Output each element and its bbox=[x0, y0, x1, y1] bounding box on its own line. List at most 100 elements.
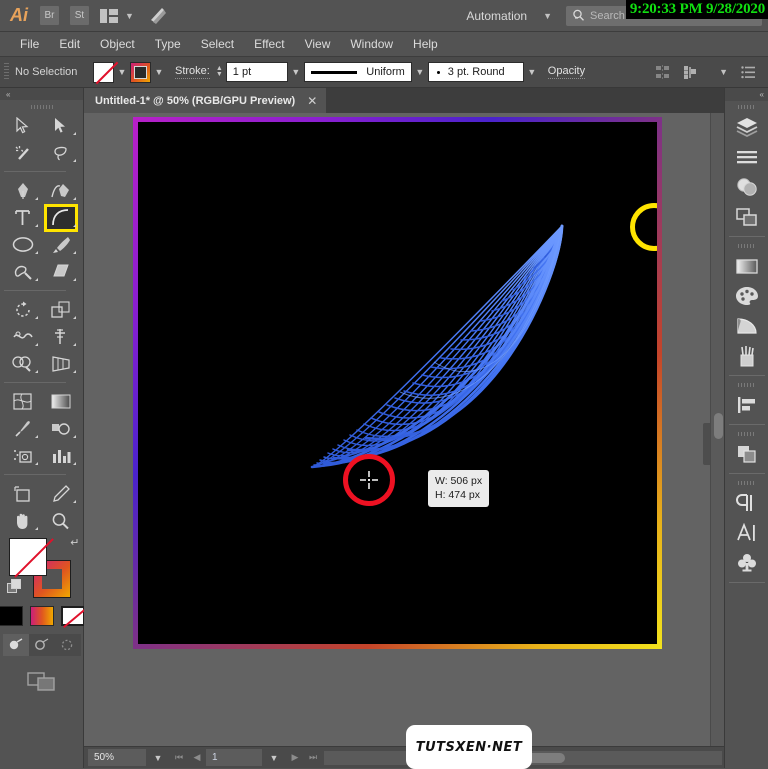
sidebar-item-artboard-tool[interactable] bbox=[4, 480, 42, 507]
align-icon[interactable] bbox=[655, 64, 670, 80]
sidebar-item-shape-builder-tool[interactable] bbox=[4, 350, 42, 377]
first-artboard-icon[interactable]: ⏮ bbox=[170, 752, 188, 763]
artboard-inner[interactable]: W: 506 px H: 474 px bbox=[138, 122, 657, 644]
canvas-area[interactable]: W: 506 px H: 474 px bbox=[84, 113, 724, 746]
sidebar-item-pen-tool[interactable] bbox=[4, 177, 42, 204]
color-swatch-black[interactable] bbox=[0, 606, 23, 626]
zoom-level-input[interactable]: 50% bbox=[88, 749, 146, 766]
stroke-weight-input[interactable]: 1 pt bbox=[225, 62, 288, 82]
pathfinder-icon[interactable] bbox=[729, 439, 765, 469]
color-swatch-none[interactable] bbox=[60, 606, 85, 626]
panel-group-grip[interactable] bbox=[737, 481, 756, 485]
sidebar-item-type-tool[interactable] bbox=[4, 204, 42, 231]
workspace-switcher[interactable]: ▼ bbox=[100, 8, 134, 23]
artboard[interactable]: W: 506 px H: 474 px bbox=[133, 117, 662, 649]
document-tab[interactable]: Untitled-1* @ 50% (RGB/GPU Preview) ✕ bbox=[84, 88, 327, 113]
panel-group-grip[interactable] bbox=[737, 432, 756, 436]
canvas-vertical-scroll-thumb[interactable] bbox=[714, 413, 723, 439]
appearance-icon[interactable] bbox=[729, 172, 765, 202]
fill-swatch[interactable] bbox=[93, 61, 114, 83]
menu-item-window[interactable]: Window bbox=[340, 32, 403, 57]
color-guide-icon[interactable] bbox=[729, 311, 765, 341]
swap-fill-stroke-icon[interactable]: ↵ bbox=[70, 536, 79, 549]
sidebar-item-arc-tool[interactable] bbox=[42, 203, 80, 232]
symbols-icon[interactable] bbox=[729, 548, 765, 578]
fill-color-box[interactable] bbox=[8, 538, 47, 576]
sidebar-item-eraser-tool[interactable] bbox=[42, 258, 80, 285]
sidebar-item-eyedropper-tool[interactable] bbox=[4, 415, 42, 442]
layers-icon[interactable] bbox=[729, 112, 765, 142]
fill-dropdown-chevron-down-icon[interactable]: ▼ bbox=[114, 67, 130, 77]
sidebar-item-pencil-tool[interactable] bbox=[42, 480, 80, 507]
zoom-level-chevron-down-icon[interactable]: ▼ bbox=[146, 753, 170, 763]
color-icon[interactable] bbox=[729, 281, 765, 311]
tools-panel-collapse[interactable]: « bbox=[0, 88, 83, 100]
sidebar-item-mesh-tool[interactable] bbox=[4, 388, 42, 415]
sidebar-item-gradient-tool[interactable] bbox=[42, 388, 80, 415]
menu-item-object[interactable]: Object bbox=[90, 32, 145, 57]
last-artboard-icon[interactable]: ⏭ bbox=[304, 752, 322, 763]
panel-collapse-handle[interactable] bbox=[703, 423, 710, 465]
sidebar-item-perspective-grid-tool[interactable] bbox=[42, 350, 80, 377]
sidebar-item-width-tool[interactable] bbox=[4, 323, 42, 350]
artboards-icon[interactable] bbox=[729, 202, 765, 232]
stroke-weight-chevron-down-icon[interactable]: ▼ bbox=[288, 67, 304, 77]
opacity-label[interactable]: Opacity bbox=[547, 65, 586, 79]
menu-item-type[interactable]: Type bbox=[145, 32, 191, 57]
menu-item-help[interactable]: Help bbox=[403, 32, 448, 57]
panels-dock-expand[interactable]: « bbox=[725, 88, 768, 101]
sidebar-item-scale-tool[interactable] bbox=[42, 296, 80, 323]
previous-artboard-icon[interactable]: ◀ bbox=[188, 752, 206, 763]
distribute-chevron-down-icon[interactable]: ▼ bbox=[719, 67, 728, 77]
stroke-weight-stepper[interactable]: ▲ ▼ bbox=[216, 65, 223, 78]
draw-inside-icon[interactable] bbox=[55, 634, 81, 656]
menu-item-view[interactable]: View bbox=[295, 32, 341, 57]
screen-mode-icon[interactable] bbox=[26, 670, 57, 692]
sidebar-item-magic-wand-tool[interactable] bbox=[4, 139, 42, 166]
menu-item-file[interactable]: File bbox=[10, 32, 49, 57]
next-artboard-icon[interactable]: ▶ bbox=[286, 752, 304, 763]
properties-icon[interactable] bbox=[729, 142, 765, 172]
canvas-vertical-scrollbar[interactable] bbox=[710, 113, 724, 746]
close-icon[interactable]: ✕ bbox=[307, 94, 317, 108]
stroke-swatch[interactable] bbox=[130, 61, 151, 83]
sidebar-item-symbol-sprayer-tool[interactable] bbox=[4, 442, 42, 469]
brush-definition-select[interactable]: 3 pt. Round bbox=[427, 62, 524, 82]
paragraph-icon[interactable] bbox=[729, 488, 765, 518]
options-menu-icon[interactable] bbox=[741, 65, 756, 79]
sidebar-item-lasso-tool[interactable] bbox=[42, 139, 80, 166]
control-bar-grip[interactable] bbox=[4, 63, 9, 81]
artboard-number-chevron-down-icon[interactable]: ▼ bbox=[262, 753, 286, 763]
tools-panel-grip[interactable] bbox=[30, 105, 53, 109]
sidebar-item-free-transform-tool[interactable] bbox=[42, 323, 80, 350]
sidebar-item-paintbrush-tool[interactable] bbox=[42, 231, 80, 258]
color-swatch-gradient[interactable] bbox=[29, 606, 54, 626]
blue-feather-arc-artwork[interactable] bbox=[138, 122, 657, 644]
sidebar-item-blob-brush-tool[interactable] bbox=[4, 258, 42, 285]
align-panel-icon[interactable] bbox=[729, 390, 765, 420]
sidebar-item-hand-tool[interactable] bbox=[4, 507, 42, 534]
automation-menu[interactable]: Automation ▼ bbox=[466, 9, 552, 23]
stroke-profile-select[interactable]: Uniform bbox=[303, 62, 412, 82]
draw-normal-icon[interactable] bbox=[2, 634, 29, 656]
character-icon[interactable] bbox=[729, 518, 765, 548]
panel-group-grip[interactable] bbox=[737, 244, 756, 248]
sidebar-item-curvature-tool[interactable] bbox=[42, 177, 80, 204]
menu-item-select[interactable]: Select bbox=[191, 32, 244, 57]
stock-button[interactable]: St bbox=[70, 6, 89, 25]
panel-group-grip[interactable] bbox=[737, 383, 756, 387]
sidebar-item-graph-tool[interactable] bbox=[42, 442, 80, 469]
brushes-icon[interactable] bbox=[729, 341, 765, 371]
menu-item-edit[interactable]: Edit bbox=[49, 32, 90, 57]
draw-behind-icon[interactable] bbox=[29, 634, 55, 656]
stroke-profile-chevron-down-icon[interactable]: ▼ bbox=[412, 67, 428, 77]
sidebar-item-selection-tool[interactable] bbox=[4, 112, 42, 139]
artboard-number-input[interactable]: 1 bbox=[206, 749, 262, 766]
sidebar-item-zoom-tool[interactable] bbox=[42, 507, 80, 534]
sidebar-item-rotate-tool[interactable] bbox=[4, 296, 42, 323]
sidebar-item-ellipse-tool[interactable] bbox=[4, 231, 42, 258]
gradient-icon[interactable] bbox=[729, 251, 765, 281]
sidebar-item-blend-tool[interactable] bbox=[42, 415, 80, 442]
stroke-dropdown-chevron-down-icon[interactable]: ▼ bbox=[151, 67, 167, 77]
panel-group-grip[interactable] bbox=[737, 105, 756, 109]
